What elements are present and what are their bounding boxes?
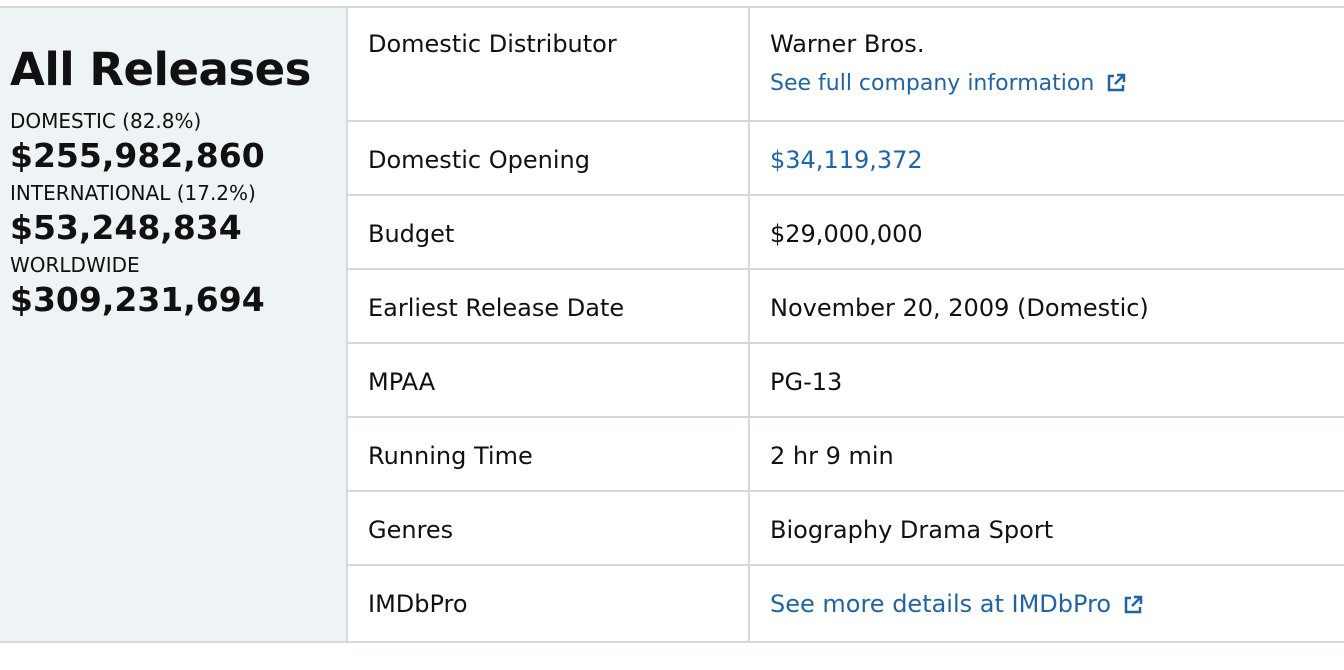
genres-value: Biography Drama Sport <box>770 516 1054 544</box>
table-row: IMDbPro See more details at IMDbPro <box>348 565 1344 641</box>
imdbpro-link[interactable]: See more details at IMDbPro <box>770 590 1111 618</box>
domestic-label: DOMESTIC (82.8%) <box>10 109 202 133</box>
distributor-label: Domestic Distributor <box>368 30 617 58</box>
mpaa-label: MPAA <box>368 368 436 396</box>
imdbpro-label: IMDbPro <box>368 590 468 618</box>
domestic-gross: $255,982,860 <box>10 136 265 175</box>
worldwide-label: WORLDWIDE <box>10 253 140 277</box>
running-time-value: 2 hr 9 min <box>770 442 894 470</box>
release-summary-panel: All Releases DOMESTIC (82.8%) $255,982,8… <box>0 6 1344 643</box>
budget-value: $29,000,000 <box>770 220 923 248</box>
opening-label: Domestic Opening <box>368 146 590 174</box>
mpaa-value: PG-13 <box>770 368 843 396</box>
genres-label: Genres <box>368 516 454 544</box>
all-releases-summary: All Releases DOMESTIC (82.8%) $255,982,8… <box>0 8 348 641</box>
movie-details-table: Domestic Distributor Warner Bros. See fu… <box>348 8 1344 641</box>
table-row: MPAA PG-13 <box>348 343 1344 418</box>
table-row: Budget $29,000,000 <box>348 195 1344 270</box>
international-label: INTERNATIONAL (17.2%) <box>10 181 256 205</box>
opening-gross-link[interactable]: $34,119,372 <box>770 146 923 174</box>
worldwide-gross: $309,231,694 <box>10 280 265 319</box>
all-releases-title: All Releases <box>10 43 311 96</box>
international-gross: $53,248,834 <box>10 208 242 247</box>
external-link-icon[interactable] <box>1123 591 1143 623</box>
external-link-icon[interactable] <box>1106 69 1126 101</box>
table-row: Running Time 2 hr 9 min <box>348 417 1344 492</box>
running-time-label: Running Time <box>368 442 533 470</box>
release-date-label: Earliest Release Date <box>368 294 625 322</box>
budget-label: Budget <box>368 220 455 248</box>
release-date-value: November 20, 2009 (Domestic) <box>770 294 1149 322</box>
table-row: Earliest Release Date November 20, 2009 … <box>348 269 1344 344</box>
table-row: Genres Biography Drama Sport <box>348 491 1344 566</box>
table-row: Domestic Distributor Warner Bros. See fu… <box>348 8 1344 122</box>
distributor-value: Warner Bros. <box>770 30 925 58</box>
company-info-link[interactable]: See full company information <box>770 71 1094 96</box>
table-row: Domestic Opening $34,119,372 <box>348 121 1344 196</box>
